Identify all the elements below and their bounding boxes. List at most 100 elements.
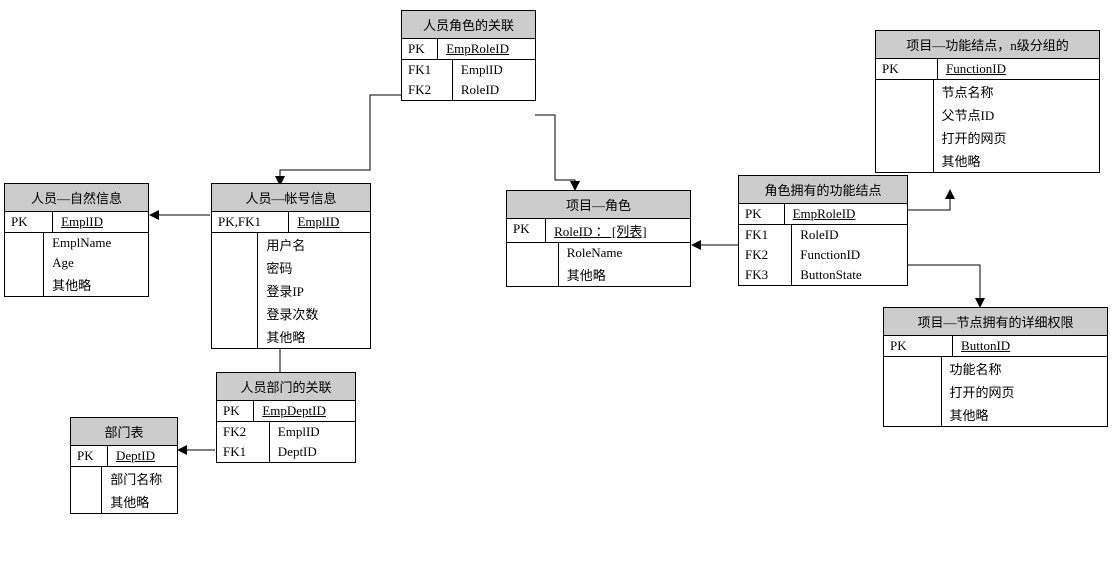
attr-key: FK2 <box>739 245 792 265</box>
attr-key: FK2 <box>217 422 269 442</box>
attr-val: 其他略 <box>102 490 177 513</box>
attr-val: 登录IP <box>258 279 370 302</box>
entity-title: 人员部门的关联 <box>217 373 355 401</box>
attr-key <box>212 325 258 348</box>
attr-val: 父节点ID <box>933 103 1099 126</box>
attr-val: 其他略 <box>44 273 148 296</box>
pk-field: DeptID <box>107 446 177 467</box>
entity-attr-section: FK1RoleID FK2FunctionID FK3ButtonState <box>739 225 907 285</box>
attr-val: EmplID <box>269 422 355 442</box>
attr-key: FK2 <box>402 80 452 100</box>
entity-title: 角色拥有的功能结点 <box>739 176 907 204</box>
attr-val: 功能名称 <box>941 357 1107 380</box>
entity-pk-section: PK EmplID <box>5 212 148 233</box>
entity-title: 人员—自然信息 <box>5 184 148 212</box>
attr-val: 节点名称 <box>933 80 1099 103</box>
attr-key <box>507 243 558 263</box>
attr-key <box>5 273 44 296</box>
attr-key <box>876 103 933 126</box>
attr-val: 其他略 <box>933 149 1099 172</box>
pk-field: EmplID <box>289 212 370 233</box>
attr-key <box>876 126 933 149</box>
attr-key: FK1 <box>217 442 269 462</box>
entity-title: 项目—节点拥有的详细权限 <box>884 308 1107 336</box>
attr-val: 其他略 <box>558 263 690 286</box>
attr-key <box>507 263 558 286</box>
attr-key <box>212 233 258 256</box>
pk-field: EmpRoleID <box>784 204 907 225</box>
attr-val: FunctionID <box>792 245 907 265</box>
attr-val: DeptID <box>269 442 355 462</box>
attr-key <box>5 253 44 273</box>
entity-pk-section: PK EmpRoleID <box>402 39 535 60</box>
pk-field: EmplID <box>53 212 148 233</box>
attr-key <box>212 302 258 325</box>
attr-key <box>71 490 102 513</box>
entity-node-perm: 项目—节点拥有的详细权限 PK ButtonID 功能名称 打开的网页 其他略 <box>883 307 1108 427</box>
attr-key <box>212 256 258 279</box>
attr-val: 打开的网页 <box>941 380 1107 403</box>
attr-val: 打开的网页 <box>933 126 1099 149</box>
attr-val: Age <box>44 253 148 273</box>
entity-title: 项目—角色 <box>507 191 690 219</box>
entity-emp-natural: 人员—自然信息 PK EmplID EmplName Age 其他略 <box>4 183 149 297</box>
entity-pk-section: PK DeptID <box>71 446 177 467</box>
entity-pk-section: PK EmpDeptID <box>217 401 355 422</box>
attr-val: ButtonState <box>792 265 907 285</box>
entity-pk-section: PK,FK1 EmplID <box>212 212 370 233</box>
attr-val: 其他略 <box>941 403 1107 426</box>
pk-label: PK <box>739 204 784 225</box>
entity-attr-section: FK1EmplID FK2RoleID <box>402 60 535 100</box>
attr-key: FK3 <box>739 265 792 285</box>
pk-label: PK <box>884 336 953 357</box>
attr-val: EmplID <box>452 60 535 80</box>
attr-val: RoleID <box>452 80 535 100</box>
pk-field: FunctionID <box>938 59 1099 80</box>
pk-label: PK <box>507 219 546 243</box>
entity-attr-section: 部门名称 其他略 <box>71 467 177 513</box>
attr-val: RoleName <box>558 243 690 263</box>
attr-val: 登录次数 <box>258 302 370 325</box>
entity-pk-section: PK EmpRoleID <box>739 204 907 225</box>
pk-field: EmpDeptID <box>254 401 355 422</box>
entity-pk-section: PK FunctionID <box>876 59 1099 80</box>
entity-title: 人员—帐号信息 <box>212 184 370 212</box>
attr-val: 部门名称 <box>102 467 177 490</box>
pk-field: RoleID ： [列表] <box>546 219 690 243</box>
entity-title: 项目—功能结点，n级分组的 <box>876 31 1099 59</box>
attr-key <box>884 403 941 426</box>
pk-label: PK <box>5 212 53 233</box>
attr-key <box>876 80 933 103</box>
entity-attr-section: FK2EmplID FK1DeptID <box>217 422 355 462</box>
entity-attr-section: RoleName 其他略 <box>507 243 690 286</box>
entity-project-role: 项目—角色 PK RoleID ： [列表] RoleName 其他略 <box>506 190 691 287</box>
attr-key <box>884 357 941 380</box>
pk-field: ButtonID <box>953 336 1107 357</box>
attr-key <box>876 149 933 172</box>
entity-title: 部门表 <box>71 418 177 446</box>
entity-emp-account: 人员—帐号信息 PK,FK1 EmplID 用户名 密码 登录IP 登录次数 其… <box>211 183 371 349</box>
entity-dept: 部门表 PK DeptID 部门名称 其他略 <box>70 417 178 514</box>
entity-attr-section: 节点名称 父节点ID 打开的网页 其他略 <box>876 80 1099 172</box>
entity-pk-section: PK ButtonID <box>884 336 1107 357</box>
attr-key <box>884 380 941 403</box>
pk-label: PK <box>71 446 107 467</box>
entity-attr-section: 功能名称 打开的网页 其他略 <box>884 357 1107 426</box>
attr-key <box>212 279 258 302</box>
pk-label: PK,FK1 <box>212 212 289 233</box>
attr-key <box>71 467 102 490</box>
entity-emp-role: 人员角色的关联 PK EmpRoleID FK1EmplID FK2RoleID <box>401 10 536 101</box>
attr-key: FK1 <box>402 60 452 80</box>
entity-emp-dept: 人员部门的关联 PK EmpDeptID FK2EmplID FK1DeptID <box>216 372 356 463</box>
attr-val: 用户名 <box>258 233 370 256</box>
attr-val: RoleID <box>792 225 907 245</box>
entity-title: 人员角色的关联 <box>402 11 535 39</box>
entity-role-func: 角色拥有的功能结点 PK EmpRoleID FK1RoleID FK2Func… <box>738 175 908 286</box>
entity-pk-section: PK RoleID ： [列表] <box>507 219 690 243</box>
entity-attr-section: 用户名 密码 登录IP 登录次数 其他略 <box>212 233 370 348</box>
attr-key <box>5 233 44 253</box>
pk-label: PK <box>217 401 254 422</box>
attr-val: 密码 <box>258 256 370 279</box>
pk-label: PK <box>876 59 938 80</box>
entity-attr-section: EmplName Age 其他略 <box>5 233 148 296</box>
